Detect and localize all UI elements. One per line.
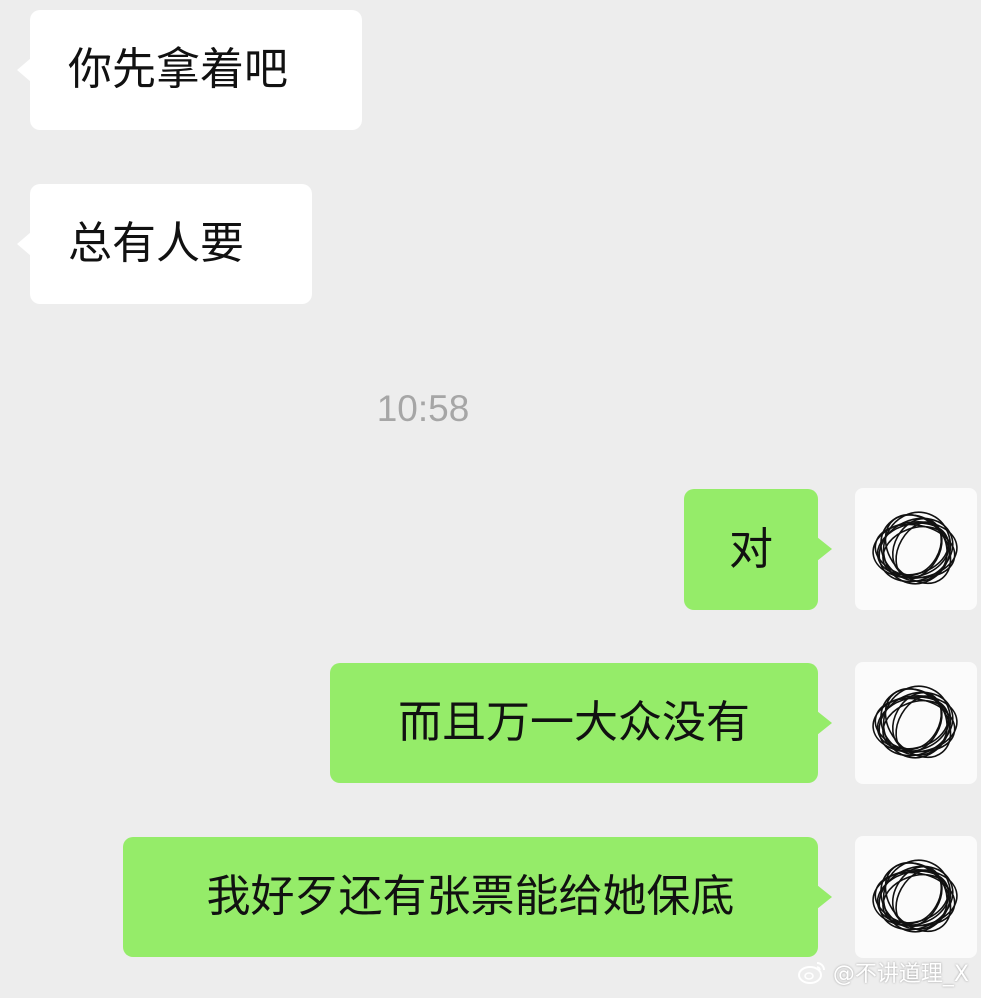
message-timestamp: 10:58 xyxy=(376,388,470,429)
scribble-avatar-icon xyxy=(872,511,958,585)
message-bubble-incoming[interactable]: 你先拿着吧 xyxy=(17,10,362,130)
bubble-tail xyxy=(17,232,31,256)
message-text: 对 xyxy=(729,523,773,575)
message-text: 而且万一大众没有 xyxy=(398,697,750,748)
avatar[interactable] xyxy=(855,488,977,610)
watermark: @不讲道理_X xyxy=(797,956,969,988)
message-bubble-outgoing[interactable]: 对 xyxy=(684,489,832,610)
bubble-tail xyxy=(17,58,31,82)
scribble-avatar-icon xyxy=(872,859,958,933)
weibo-logo-icon xyxy=(797,962,825,984)
message-text: 我好歹还有张票能给她保底 xyxy=(206,871,735,922)
message-bubble-outgoing[interactable]: 我好歹还有张票能给她保底 xyxy=(123,837,832,957)
avatar[interactable] xyxy=(855,836,977,958)
message-bubble-outgoing[interactable]: 而且万一大众没有 xyxy=(330,663,832,783)
message-text: 你先拿着吧 xyxy=(68,44,288,95)
message-bubble-incoming[interactable]: 总有人要 xyxy=(17,184,312,304)
message-text: 总有人要 xyxy=(68,218,244,269)
bubble-tail xyxy=(817,537,832,561)
bubble-tail xyxy=(817,711,832,735)
bubble-tail xyxy=(817,885,832,909)
avatar[interactable] xyxy=(855,662,977,784)
watermark-text: @不讲道理_X xyxy=(832,962,969,987)
scribble-avatar-icon xyxy=(872,685,958,759)
